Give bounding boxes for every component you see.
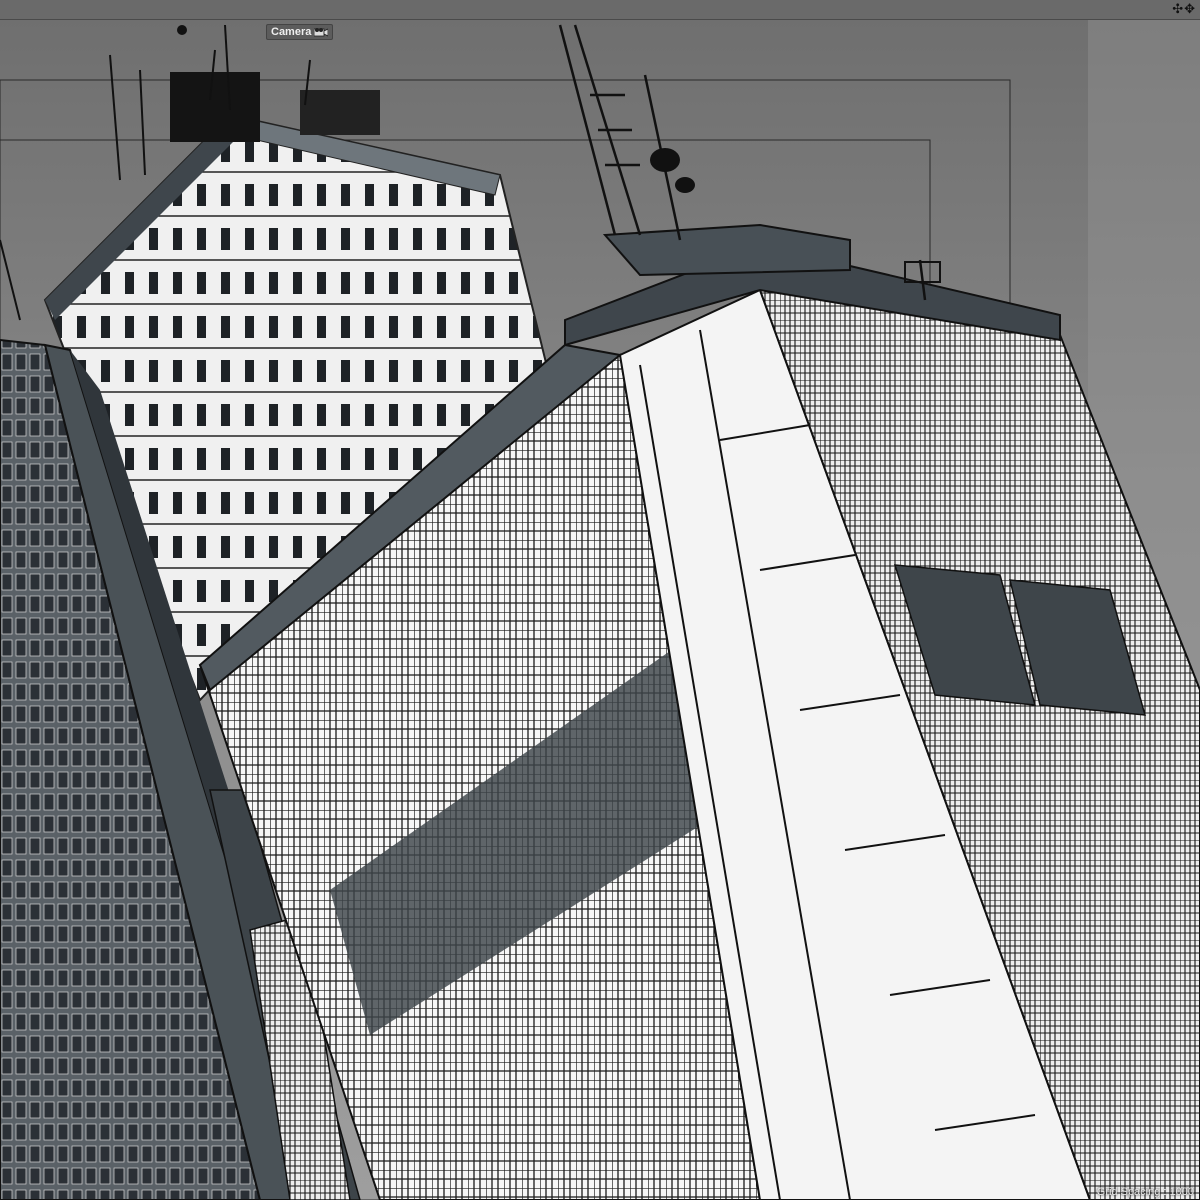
grid-spacing-readout: Grid Spacing : 1000 [1096, 1186, 1194, 1198]
viewport-toolbar: ✣✥ [0, 0, 1200, 20]
scene-render[interactable] [0, 0, 1200, 1200]
navigation-move-icon[interactable]: ✣✥ [1172, 2, 1196, 17]
camera-label[interactable]: Camera [266, 24, 334, 40]
3d-viewport[interactable]: ✣✥ Camera Grid Spacing : 1000 [0, 0, 1200, 1200]
camera-label-text: Camera [271, 26, 312, 38]
camera-icon [314, 28, 329, 37]
